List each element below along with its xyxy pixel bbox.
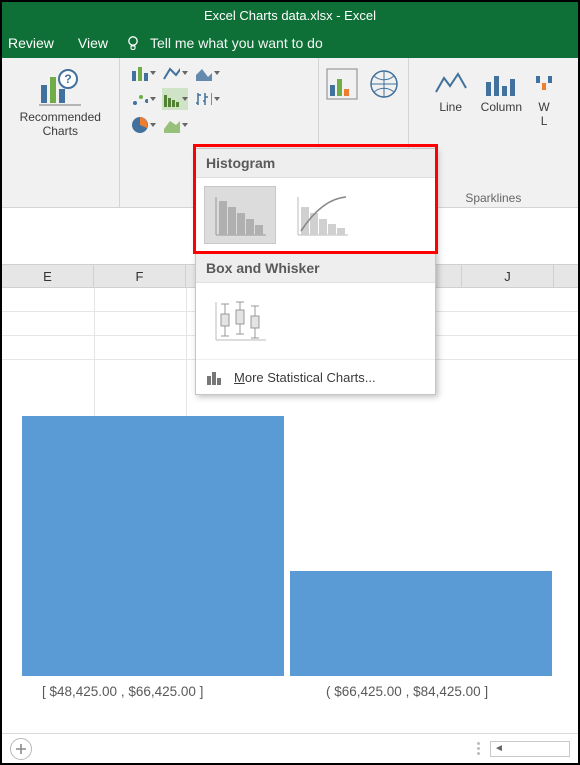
sparkline-winloss-label-2: L xyxy=(541,114,548,128)
axis-label-bin-1: [ $48,425.00 , $66,425.00 ] xyxy=(42,684,203,699)
window-title: Excel Charts data.xlsx - Excel xyxy=(204,8,376,23)
histogram-bar-1 xyxy=(22,416,284,676)
pareto-icon xyxy=(292,191,352,239)
col-header-f[interactable]: F xyxy=(94,265,186,287)
tab-view[interactable]: View xyxy=(78,35,108,51)
recommended-charts-label-2: Charts xyxy=(43,124,78,138)
plus-icon xyxy=(15,743,27,755)
histogram-chart-icon[interactable] xyxy=(162,88,188,110)
more-charts-label: More Statistical Charts... xyxy=(234,370,376,385)
pie-chart-icon[interactable] xyxy=(130,114,156,136)
sparkline-winloss-icon xyxy=(534,66,554,100)
title-bar: Excel Charts data.xlsx - Excel xyxy=(2,2,578,28)
pivotchart-icon[interactable] xyxy=(324,66,360,102)
recommended-charts-label-1: Recommended xyxy=(20,110,101,124)
recommended-charts-button[interactable]: ? Recommended Charts xyxy=(14,62,107,140)
sparkline-column-button[interactable]: Column xyxy=(481,66,522,128)
ribbon-tabs: Review View Tell me what you want to do xyxy=(2,28,578,58)
sparkline-winloss-button[interactable]: W L xyxy=(534,66,554,128)
line-chart-icon[interactable] xyxy=(162,62,188,84)
stock-chart-icon[interactable] xyxy=(194,88,220,110)
lightbulb-icon xyxy=(124,34,142,52)
svg-text:?: ? xyxy=(65,72,72,86)
horizontal-scrollbar[interactable]: ◄ xyxy=(490,741,570,757)
tab-scroll-grip[interactable] xyxy=(477,742,480,755)
area-chart-icon[interactable] xyxy=(194,62,220,84)
histogram-section-header: Histogram xyxy=(196,149,435,178)
histogram-options xyxy=(196,178,435,254)
box-whisker-options xyxy=(196,283,435,359)
bar-chart-icon[interactable] xyxy=(130,62,156,84)
histogram-option[interactable] xyxy=(204,186,276,244)
col-header-e[interactable]: E xyxy=(2,265,94,287)
sparkline-winloss-label-1: W xyxy=(538,100,549,114)
sparkline-line-button[interactable]: Line xyxy=(433,66,469,128)
tell-me-box[interactable]: Tell me what you want to do xyxy=(150,35,323,51)
sheet-tab-bar: ◄ xyxy=(2,733,578,763)
histogram-bar-2 xyxy=(290,571,552,676)
scroll-left-icon[interactable]: ◄ xyxy=(491,743,507,754)
more-charts-icon xyxy=(206,368,226,386)
sparklines-group-caption: Sparklines xyxy=(465,191,521,205)
box-whisker-icon xyxy=(210,296,270,344)
more-statistical-charts[interactable]: More Statistical Charts... xyxy=(196,359,435,394)
surface-chart-icon[interactable] xyxy=(162,114,188,136)
histogram-icon xyxy=(210,191,270,239)
box-whisker-section-header: Box and Whisker xyxy=(196,254,435,283)
scatter-chart-icon[interactable] xyxy=(130,88,156,110)
box-whisker-option[interactable] xyxy=(204,291,276,349)
sparkline-line-icon xyxy=(433,66,469,100)
pareto-option[interactable] xyxy=(286,186,358,244)
new-sheet-button[interactable] xyxy=(10,738,32,760)
recommended-charts-group: ? Recommended Charts x xyxy=(2,58,120,207)
axis-label-bin-2: ( $66,425.00 , $84,425.00 ] xyxy=(326,684,488,699)
sparkline-column-label: Column xyxy=(481,100,522,114)
3d-map-icon[interactable] xyxy=(366,66,402,102)
statistical-charts-dropdown: Histogram Box and Whisker xyxy=(195,148,436,395)
recommended-charts-icon: ? xyxy=(36,64,84,110)
sparkline-line-label: Line xyxy=(439,100,462,114)
histogram-chart[interactable]: [ $48,425.00 , $66,425.00 ] ( $66,425.00… xyxy=(16,416,564,706)
tab-review[interactable]: Review xyxy=(8,35,54,51)
sparkline-column-icon xyxy=(483,66,519,100)
col-header-j[interactable]: J xyxy=(462,265,554,287)
